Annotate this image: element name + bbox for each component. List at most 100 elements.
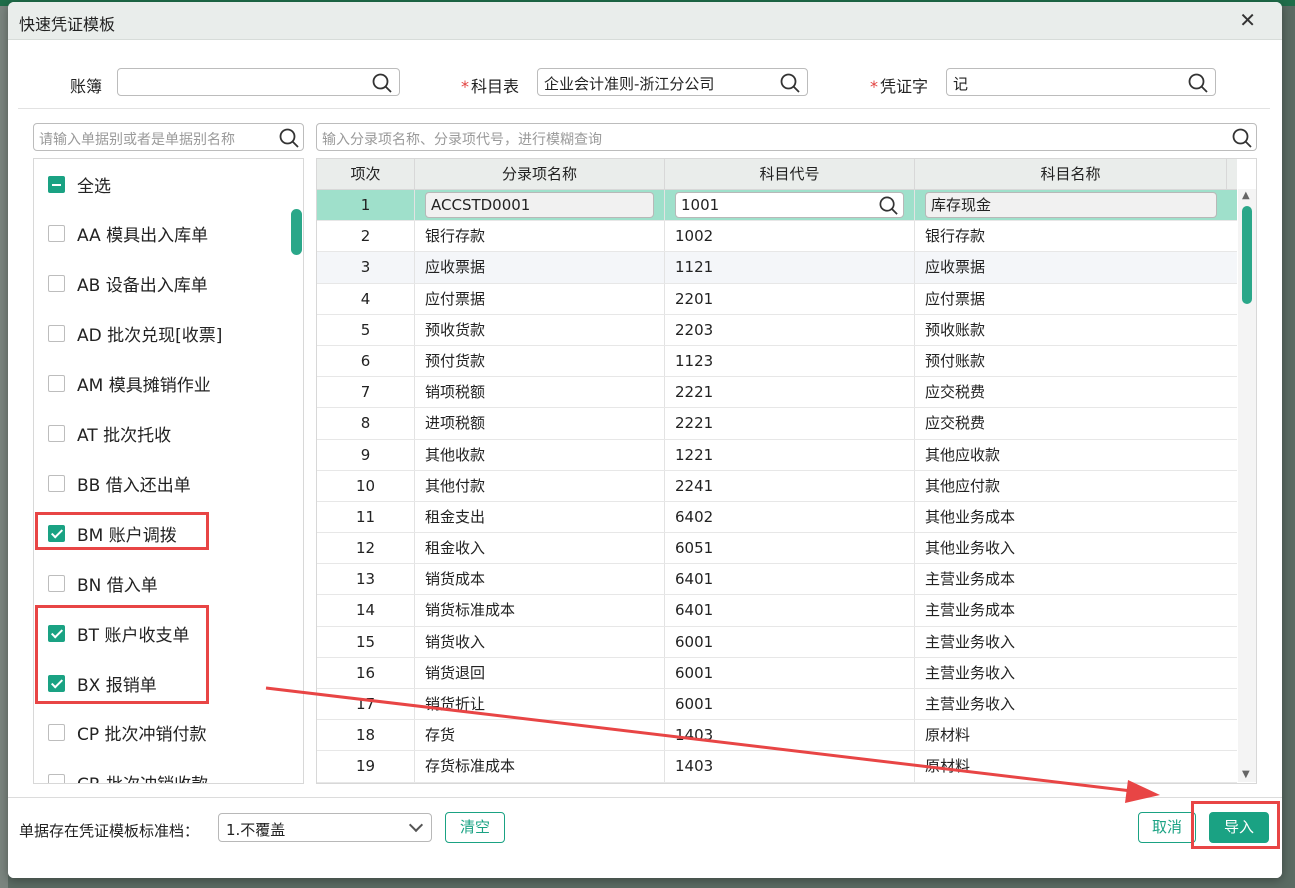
account-code-cell: 6051: [665, 533, 915, 564]
entry-search-input[interactable]: 输入分录项名称、分录项代号，进行模糊查询: [316, 123, 1257, 151]
doc-type-item[interactable]: AT 批次托收: [48, 420, 171, 448]
select-all-item[interactable]: 全选: [48, 170, 111, 198]
checkbox[interactable]: [48, 275, 65, 293]
chart-label: * 科目表: [461, 77, 520, 96]
doc-type-item[interactable]: CP 批次冲销付款: [48, 719, 207, 747]
col-header-spacer: [1227, 159, 1237, 190]
table-row[interactable]: 12 租金收入 6051 其他业务收入: [317, 533, 1237, 565]
search-icon[interactable]: [779, 72, 801, 94]
search-icon[interactable]: [278, 127, 300, 149]
scroll-down-icon[interactable]: ▼: [1242, 769, 1250, 780]
account-code-cell: 2241: [665, 470, 915, 501]
entry-name-cell: 其他收款: [415, 439, 665, 470]
doc-type-label: AM 模具摊销作业: [77, 376, 211, 397]
row-index-cell: 18: [317, 720, 415, 751]
account-name-cell: 主营业务收入: [925, 632, 1016, 651]
voucher-type-field[interactable]: 记: [946, 68, 1216, 96]
checkbox[interactable]: [48, 375, 65, 393]
overwrite-select[interactable]: 1.不覆盖: [218, 813, 432, 842]
close-icon[interactable]: ✕: [1239, 8, 1256, 32]
search-icon[interactable]: [878, 195, 899, 216]
search-icon[interactable]: [1231, 127, 1253, 149]
entry-name-cell: 预付货款: [415, 345, 665, 377]
table-row[interactable]: 10 其他付款 2241 其他应付款: [317, 470, 1237, 502]
account-code-cell: 2221: [665, 377, 915, 408]
search-icon[interactable]: [371, 72, 393, 94]
checkbox[interactable]: [48, 175, 65, 193]
table-body: 1 ACCSTD0001 1001 库存现金 2 银行存款 1002 银行存款 3 应收票据 112…: [317, 190, 1237, 783]
col-header-account-code[interactable]: 科目代号: [665, 159, 915, 190]
checkbox[interactable]: [48, 474, 65, 492]
entry-name-input[interactable]: ACCSTD0001: [425, 192, 654, 218]
table-row[interactable]: 2 银行存款 1002 银行存款: [317, 221, 1237, 253]
doc-type-item[interactable]: AB 设备出入库单: [48, 270, 208, 298]
col-header-account-name[interactable]: 科目名称: [915, 159, 1227, 190]
checkbox[interactable]: [48, 225, 65, 243]
account-name-cell: 其他应收款: [925, 445, 1001, 464]
table-row[interactable]: 18 存货 1403 原材料: [317, 720, 1237, 752]
scroll-up-icon[interactable]: ▲: [1242, 190, 1250, 201]
table-row[interactable]: 19 存货标准成本 1403 原材料: [317, 751, 1237, 783]
cancel-button[interactable]: 取消: [1138, 812, 1196, 843]
table-row[interactable]: 14 销货标准成本 6401 主营业务成本: [317, 595, 1237, 627]
doc-list-scrollbar[interactable]: [291, 209, 302, 255]
table-row[interactable]: 3 应收票据 1121 应收票据: [317, 252, 1237, 284]
table-row[interactable]: 13 销货成本 6401 主营业务成本: [317, 564, 1237, 596]
account-code-cell: 2203: [665, 314, 915, 345]
doc-type-item[interactable]: BB 借入还出单: [48, 469, 191, 497]
clear-button[interactable]: 清空: [445, 812, 505, 843]
account-name-cell: 应付票据: [925, 289, 986, 308]
table-row[interactable]: 9 其他收款 1221 其他应收款: [317, 439, 1237, 471]
search-icon[interactable]: [1187, 72, 1209, 94]
account-name-value: 库存现金: [931, 196, 992, 214]
entry-search-placeholder: 输入分录项名称、分录项代号，进行模糊查询: [322, 132, 602, 148]
checkbox[interactable]: [48, 325, 65, 343]
account-name-cell: 其他业务成本: [925, 507, 1016, 526]
col-header-entry-name[interactable]: 分录项名称: [415, 159, 665, 190]
table-row[interactable]: 16 销货退回 6001 主营业务收入: [317, 657, 1237, 689]
checkbox[interactable]: [48, 425, 65, 442]
doc-type-label: AD 批次兑现[收票]: [77, 326, 223, 347]
table-row[interactable]: 7 销项税额 2221 应交税费: [317, 377, 1237, 409]
table-row[interactable]: 6 预付货款 1123 预付账款: [317, 345, 1237, 378]
table-row[interactable]: 8 进项税额 2221 应交税费: [317, 408, 1237, 440]
doc-search-placeholder: 请输入单据别或者是单据别名称: [39, 132, 235, 148]
dialog-titlebar: 快速凭证模板 ✕: [8, 2, 1282, 40]
table-row[interactable]: 11 租金支出 6402 其他业务成本: [317, 501, 1237, 534]
doc-type-item[interactable]: CR 批次冲销收款: [48, 769, 208, 783]
checkbox[interactable]: [48, 774, 65, 783]
doc-search-input[interactable]: 请输入单据别或者是单据别名称: [33, 123, 304, 151]
entry-name-cell: 销货标准成本: [415, 595, 665, 626]
doc-type-label: AT 批次托收: [77, 426, 172, 446]
row-index-cell: 7: [317, 377, 415, 408]
account-name-cell: 原材料: [925, 757, 971, 776]
doc-type-label: CR 批次冲销收款: [77, 770, 208, 783]
checkbox[interactable]: [48, 724, 65, 742]
account-name-input[interactable]: 库存现金: [925, 192, 1217, 218]
row-index-cell: 9: [317, 439, 415, 470]
table-row[interactable]: 5 预收货款 2203 预收账款: [317, 314, 1237, 346]
dialog-footer: 单据存在凭证模板标准档： 1.不覆盖 清空 取消 导入: [8, 797, 1282, 878]
account-code-cell: 1123: [665, 345, 915, 377]
checkbox[interactable]: [48, 574, 65, 592]
table-row[interactable]: 17 销货折让 6001 主营业务收入: [317, 689, 1237, 721]
account-code-input[interactable]: 1001: [675, 192, 904, 218]
scroll-thumb[interactable]: [1242, 206, 1252, 304]
account-name-cell: 原材料: [925, 726, 971, 745]
doc-type-item[interactable]: AD 批次兑现[收票]: [48, 320, 222, 348]
chart-of-accounts-field[interactable]: 企业会计准则-浙江分公司: [537, 68, 808, 96]
row-index-cell: 2: [317, 221, 415, 252]
table-row[interactable]: 1 ACCSTD0001 1001 库存现金: [317, 190, 1237, 222]
doc-type-item[interactable]: BN 借入单: [48, 569, 158, 597]
book-field[interactable]: [117, 68, 400, 96]
account-name-cell: 主营业务收入: [925, 663, 1016, 682]
row-index-cell: 14: [317, 595, 415, 626]
col-header-index[interactable]: 项次: [317, 159, 415, 190]
table-row[interactable]: 15 销货收入 6001 主营业务收入: [317, 626, 1237, 658]
account-name-cell: 其他应付款: [925, 476, 1001, 495]
divider: [18, 108, 1270, 109]
table-scrollbar[interactable]: ▲ ▼: [1238, 189, 1256, 782]
table-row[interactable]: 4 应付票据 2201 应付票据: [317, 283, 1237, 315]
doc-type-item[interactable]: AM 模具摊销作业: [48, 370, 211, 398]
doc-type-item[interactable]: AA 模具出入库单: [48, 220, 208, 248]
